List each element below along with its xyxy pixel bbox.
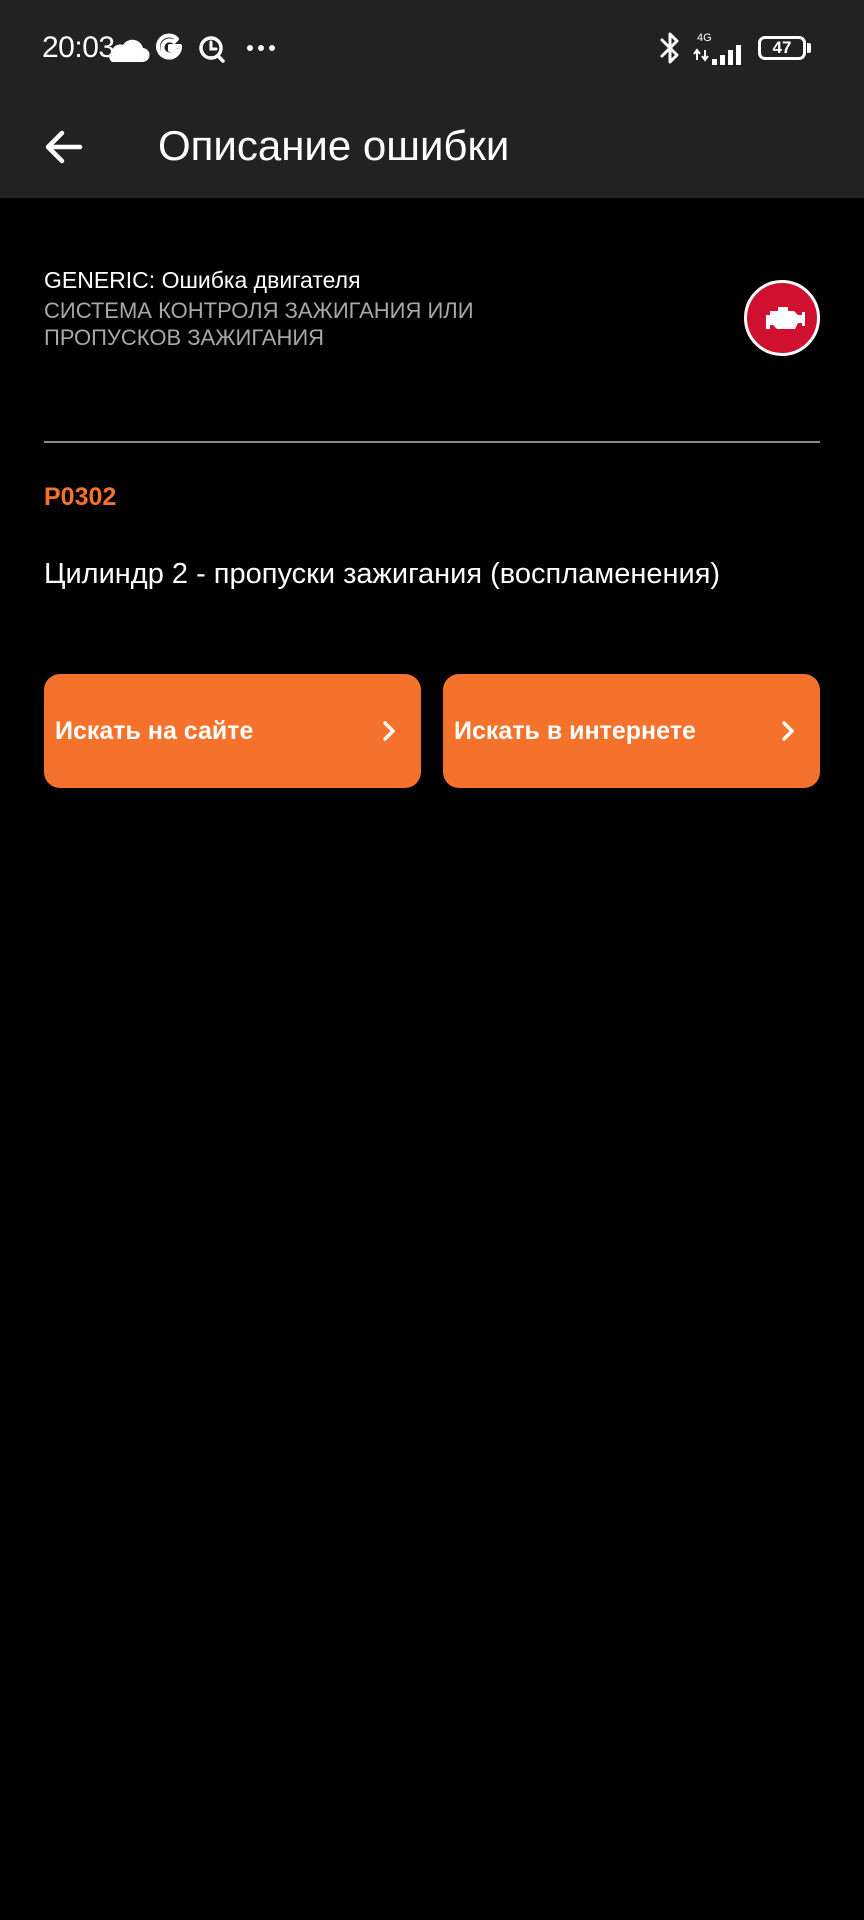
app-notification-icon — [199, 36, 225, 63]
signal-icon — [693, 45, 741, 65]
error-category: GENERIC: Ошибка двигателя — [44, 267, 361, 293]
error-code: P0302 — [44, 483, 117, 511]
divider — [44, 441, 820, 443]
app-bar: Описание ошибки — [0, 98, 864, 198]
battery-indicator: 47 — [758, 36, 806, 60]
error-subsystem-line: СИСТЕМА КОНТРОЛЯ ЗАЖИГАНИЯ ИЛИ — [44, 298, 474, 323]
back-button[interactable] — [28, 112, 98, 182]
search-site-label: Искать на сайте — [55, 717, 254, 745]
arrow-back-icon — [45, 130, 83, 164]
more-icon — [247, 45, 275, 51]
check-engine-icon — [766, 307, 805, 329]
status-time: 20:03 — [42, 31, 115, 64]
search-web-label: Искать в интернете — [454, 717, 696, 745]
check-engine-badge — [744, 280, 820, 356]
network-type-label: 4G — [697, 32, 712, 44]
cloud-notification-icon — [109, 39, 150, 63]
chevron-right-icon — [782, 721, 794, 741]
error-header: GENERIC: Ошибка двигателя СИСТЕМА КОНТРО… — [44, 266, 604, 351]
status-bar: 20:03 4G 47 — [0, 0, 864, 98]
bluetooth-icon — [660, 32, 679, 64]
error-description: Цилиндр 2 - пропуски зажигания (воспламе… — [44, 558, 721, 590]
chevron-right-icon — [383, 721, 395, 741]
error-subsystem-line: ПРОПУСКОВ ЗАЖИГАНИЯ — [44, 325, 325, 350]
search-web-button[interactable]: Искать в интернете — [443, 674, 820, 788]
battery-level: 47 — [772, 38, 792, 57]
google-icon — [156, 33, 183, 60]
page-title: Описание ошибки — [158, 122, 510, 169]
error-subsystem: СИСТЕМА КОНТРОЛЯ ЗАЖИГАНИЯ ИЛИ ПРОПУСКОВ… — [44, 297, 604, 351]
battery-tip — [807, 43, 811, 53]
search-site-button[interactable]: Искать на сайте — [44, 674, 421, 788]
